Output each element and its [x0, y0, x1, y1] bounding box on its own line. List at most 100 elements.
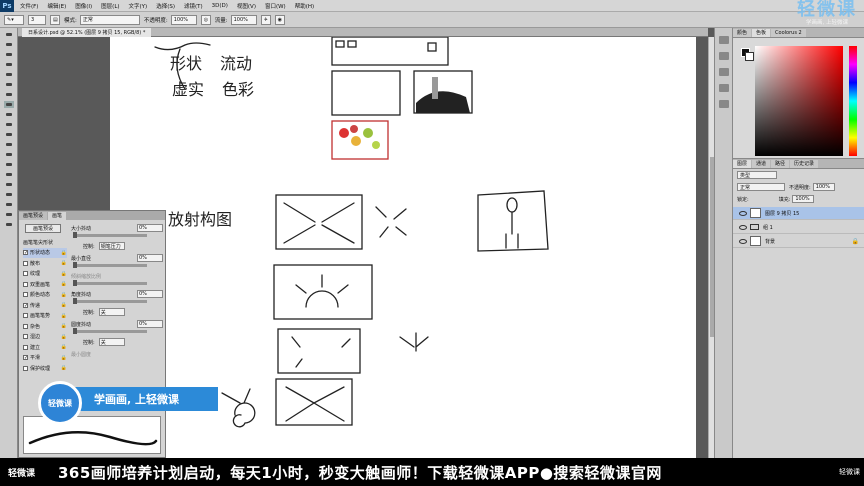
menu-image[interactable]: 图像(I) — [75, 2, 92, 10]
min-diameter-slider[interactable] — [73, 262, 147, 268]
hue-slider[interactable] — [849, 46, 857, 156]
min-diameter-input[interactable]: 0% — [137, 254, 163, 262]
brush-option-checkbox[interactable]: ✓ — [23, 302, 28, 308]
character-panel-icon[interactable] — [718, 100, 729, 108]
menu-window[interactable]: 窗口(W) — [265, 2, 286, 10]
fill-input[interactable]: 100% — [792, 195, 815, 203]
marquee-tool-icon[interactable] — [4, 41, 14, 48]
brush-option-item[interactable]: 纹理 🔒 — [23, 269, 67, 280]
brush-option-item[interactable]: 双重画笔 🔒 — [23, 279, 67, 290]
angle-jitter-input[interactable]: 0% — [137, 290, 163, 298]
visibility-eye-icon[interactable] — [739, 210, 747, 216]
lock-icon[interactable]: 🔒 — [61, 323, 67, 329]
lasso-tool-icon[interactable] — [4, 51, 14, 58]
dodge-tool-icon[interactable] — [4, 161, 14, 168]
pressure-opacity-icon[interactable]: ◎ — [200, 14, 211, 25]
tilt-scale-slider[interactable] — [73, 280, 147, 286]
brush-option-checkbox[interactable]: ✓ — [23, 355, 28, 361]
tab-history[interactable]: 历史记录 — [790, 160, 819, 168]
menu-filter[interactable]: 滤镜(T) — [184, 2, 203, 10]
quick-select-tool-icon[interactable] — [4, 61, 14, 68]
blend-mode-select[interactable]: 正常 — [737, 183, 785, 191]
crop-tool-icon[interactable] — [4, 71, 14, 78]
layer-row[interactable]: 图层 9 拷贝 15 — [733, 207, 864, 220]
brush-size-picker[interactable]: 3 — [28, 14, 46, 25]
history-brush-tool-icon[interactable] — [4, 121, 14, 128]
document-tab[interactable]: 日系设计.psd @ 52.1% (图层 9 拷贝 15, RGB/8) * — [22, 27, 152, 37]
layer-row[interactable]: 组 1 — [733, 221, 864, 234]
tool-preset-picker[interactable]: ✎▾ — [4, 14, 24, 25]
brush-option-checkbox[interactable] — [23, 344, 28, 350]
brush-option-checkbox[interactable]: ✓ — [23, 250, 28, 256]
actions-panel-icon[interactable] — [718, 52, 729, 60]
layer-row[interactable]: 背景 🔒 — [733, 235, 864, 248]
lock-icon[interactable]: 🔒 — [61, 302, 67, 308]
blur-tool-icon[interactable] — [4, 151, 14, 158]
size-control-select[interactable]: 钢笔压力 — [98, 242, 125, 250]
eyedropper-tool-icon[interactable] — [4, 81, 14, 88]
lock-icon[interactable]: 🔒 — [61, 334, 67, 340]
airbrush-icon[interactable]: ✈ — [260, 14, 271, 25]
brush-panel-toggle-icon[interactable]: ▤ — [50, 14, 60, 25]
pressure-size-icon[interactable]: ◉ — [274, 14, 285, 25]
layer-kind-select[interactable]: 类型 — [737, 171, 777, 179]
brush-option-checkbox[interactable] — [23, 323, 28, 329]
menu-layer[interactable]: 图层(L) — [101, 2, 119, 10]
brush-option-checkbox[interactable] — [23, 260, 28, 266]
eraser-tool-icon[interactable] — [4, 131, 14, 138]
brush-tool-icon[interactable] — [4, 101, 14, 108]
mode-select[interactable]: 正常 — [79, 14, 140, 25]
brush-option-item[interactable]: 保护纹理 🔒 — [23, 363, 67, 374]
brush-option-checkbox[interactable] — [23, 313, 28, 319]
menu-file[interactable]: 文件(F) — [20, 2, 38, 10]
shape-tool-icon[interactable] — [4, 201, 14, 208]
brush-option-checkbox[interactable] — [23, 281, 28, 287]
info-panel-icon[interactable] — [718, 84, 729, 92]
brush-option-checkbox[interactable] — [23, 334, 28, 340]
zoom-tool-icon[interactable] — [4, 221, 14, 228]
tab-swatches[interactable]: 色板 — [752, 29, 771, 37]
brush-option-item[interactable]: ✓ 传递 🔒 — [23, 300, 67, 311]
brush-option-item[interactable]: 颜色动态 🔒 — [23, 290, 67, 301]
brush-option-checkbox[interactable] — [23, 271, 28, 277]
pen-tool-icon[interactable] — [4, 171, 14, 178]
menu-edit[interactable]: 编辑(E) — [47, 2, 66, 10]
stamp-tool-icon[interactable] — [4, 111, 14, 118]
size-jitter-slider[interactable] — [73, 232, 147, 238]
brush-option-item[interactable]: 画笔笔势 🔒 — [23, 311, 67, 322]
visibility-eye-icon[interactable] — [739, 224, 747, 230]
lock-icon[interactable]: 🔒 — [61, 292, 67, 298]
tab-brush[interactable]: 画笔 — [48, 212, 67, 220]
tab-paths[interactable]: 路径 — [771, 160, 790, 168]
menu-type[interactable]: 文字(Y) — [129, 2, 148, 10]
size-jitter-input[interactable]: 0% — [137, 224, 163, 232]
history-panel-icon[interactable] — [718, 36, 729, 44]
tab-coolorus[interactable]: Coolorus 2 — [771, 29, 806, 37]
tab-channels[interactable]: 通道 — [752, 160, 771, 168]
path-select-tool-icon[interactable] — [4, 191, 14, 198]
lock-icon[interactable]: 🔒 — [61, 313, 67, 319]
brush-option-item[interactable]: ✓ 平滑 🔒 — [23, 353, 67, 364]
background-color-swatch[interactable] — [745, 52, 754, 61]
flow-input[interactable]: 100% — [230, 14, 257, 25]
roundness-jitter-input[interactable]: 0% — [137, 320, 163, 328]
brush-option-item[interactable]: 画笔笔尖形状 — [23, 237, 67, 248]
brush-option-item[interactable]: ✓ 形状动态 🔒 — [23, 247, 67, 258]
gradient-tool-icon[interactable] — [4, 141, 14, 148]
lock-icon[interactable]: 🔒 — [61, 281, 67, 287]
brush-option-item[interactable]: 散布 🔒 — [23, 258, 67, 269]
brush-presets-button[interactable]: 画笔预设 — [25, 224, 61, 233]
properties-panel-icon[interactable] — [718, 68, 729, 76]
healing-tool-icon[interactable] — [4, 91, 14, 98]
menu-view[interactable]: 视图(V) — [237, 2, 256, 10]
layer-opacity-input[interactable]: 100% — [812, 183, 835, 191]
brush-option-item[interactable]: 杂色 🔒 — [23, 321, 67, 332]
lock-icon[interactable]: 🔒 — [61, 365, 67, 371]
lock-icon[interactable]: 🔒 — [61, 344, 67, 350]
lock-icon[interactable]: 🔒 — [61, 355, 67, 361]
angle-jitter-slider[interactable] — [73, 298, 147, 304]
tab-layers[interactable]: 图层 — [733, 160, 752, 168]
brush-option-checkbox[interactable] — [23, 292, 28, 298]
type-tool-icon[interactable] — [4, 181, 14, 188]
brush-option-item[interactable]: 建立 🔒 — [23, 342, 67, 353]
